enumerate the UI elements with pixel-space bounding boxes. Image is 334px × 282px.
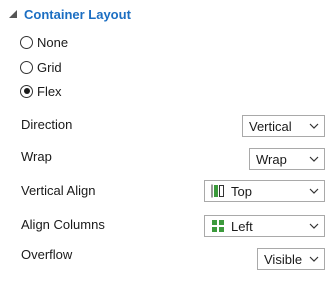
radio-button[interactable] xyxy=(20,84,33,98)
overflow-value: Visible xyxy=(264,251,303,267)
align-columns-dropdown[interactable]: Left xyxy=(204,215,325,237)
chevron-down-icon xyxy=(309,256,319,262)
radio-button[interactable] xyxy=(20,35,33,49)
radio-grid[interactable]: Grid xyxy=(20,58,62,76)
radio-flex[interactable]: Flex xyxy=(20,82,62,100)
chevron-down-icon xyxy=(309,156,319,162)
section-header[interactable]: Container Layout xyxy=(8,3,131,25)
direction-value: Vertical xyxy=(249,118,292,134)
vertical-align-label: Vertical Align xyxy=(21,183,96,198)
overflow-dropdown[interactable]: Visible xyxy=(257,248,325,270)
align-left-columns-icon xyxy=(212,220,224,232)
direction-label: Direction xyxy=(21,117,73,132)
container-layout-panel: Container Layout None Grid Flex Directio… xyxy=(0,0,334,282)
align-columns-value: Left xyxy=(231,218,253,234)
align-top-icon xyxy=(211,184,224,198)
radio-label: Grid xyxy=(37,59,62,75)
radio-button[interactable] xyxy=(20,60,33,74)
align-columns-label: Align Columns xyxy=(21,217,105,232)
overflow-label: Overflow xyxy=(21,247,73,262)
vertical-align-dropdown[interactable]: Top xyxy=(204,180,325,202)
wrap-label: Wrap xyxy=(21,149,52,164)
direction-dropdown[interactable]: Vertical xyxy=(242,115,325,137)
radio-none[interactable]: None xyxy=(20,33,68,51)
radio-label: Flex xyxy=(37,83,62,99)
wrap-value: Wrap xyxy=(256,151,287,167)
radio-label: None xyxy=(37,34,69,50)
section-title: Container Layout xyxy=(24,6,131,22)
chevron-down-icon xyxy=(309,188,319,194)
chevron-collapse-icon xyxy=(9,10,17,18)
vertical-align-value: Top xyxy=(231,183,252,199)
chevron-down-icon xyxy=(309,123,319,129)
wrap-dropdown[interactable]: Wrap xyxy=(249,148,325,170)
chevron-down-icon xyxy=(309,223,319,229)
